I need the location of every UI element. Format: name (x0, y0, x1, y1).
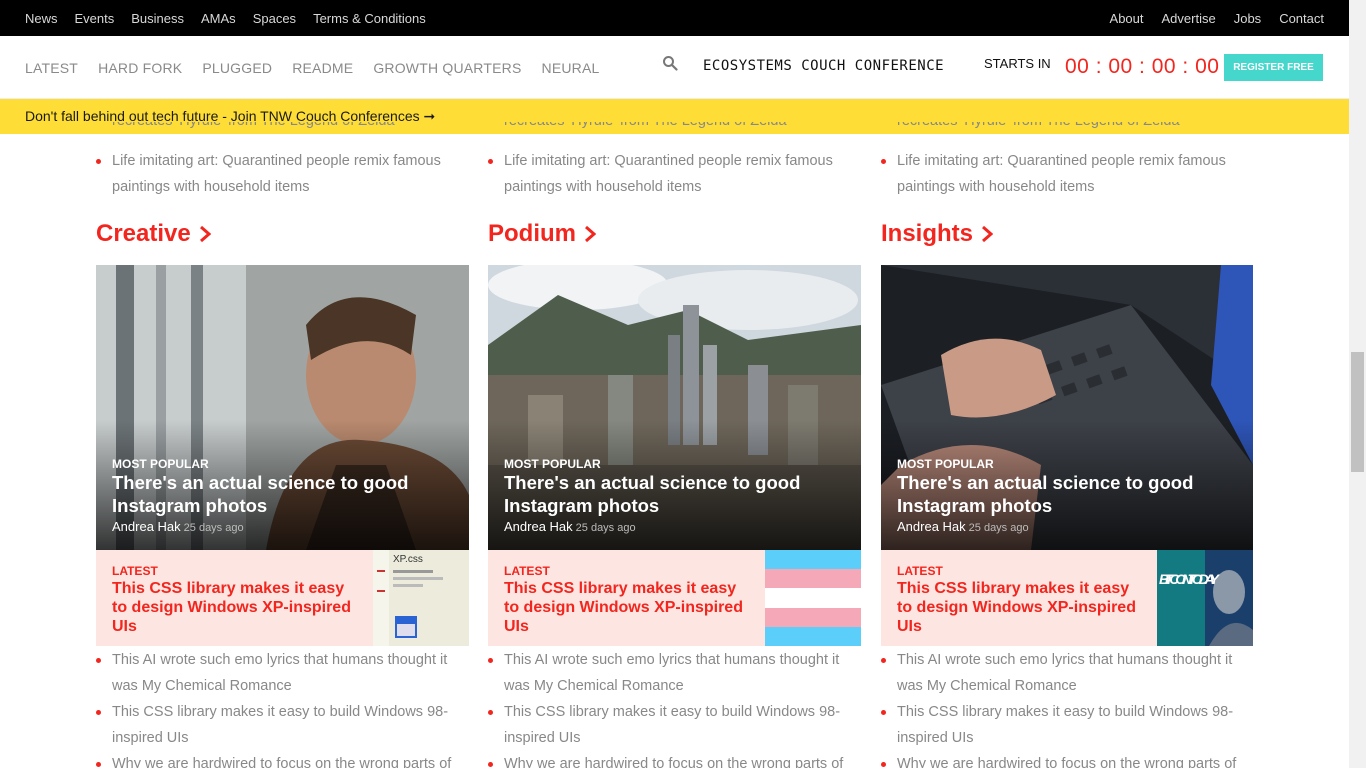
latest-kicker: LATEST (897, 564, 943, 578)
nav-readme[interactable]: README (292, 60, 353, 76)
list-item[interactable]: This CSS library makes it easy to build … (881, 699, 1253, 751)
list-item[interactable]: This AI wrote such emo lyrics that human… (881, 647, 1253, 699)
category-nav: LATEST HARD FORK PLUGGED README GROWTH Q… (25, 36, 620, 99)
author-name[interactable]: Andrea Hak (897, 519, 966, 534)
clipped-list-item[interactable]: recreates 'Hyrule' from The Legend of Ze… (96, 122, 469, 134)
hero-headline[interactable]: There's an actual science to good Instag… (504, 471, 824, 517)
section-title-creative[interactable]: Creative (96, 220, 211, 248)
latest-thumbnail-flag (765, 550, 861, 646)
timestamp: 25 days ago (183, 522, 244, 534)
author-name[interactable]: Andrea Hak (112, 519, 181, 534)
previous-list: recreates 'Hyrule' from The Legend of Ze… (96, 122, 469, 200)
list-item[interactable]: Why we are hardwired to focus on the wro… (488, 751, 861, 768)
clipped-item-text: recreates 'Hyrule' from The Legend of Ze… (504, 122, 787, 134)
list-item[interactable]: This AI wrote such emo lyrics that human… (488, 647, 861, 699)
bitcoin-today-label: BITCOIN TODAY (1159, 571, 1221, 587)
top-nav-about[interactable]: About (1110, 11, 1144, 26)
list-item[interactable]: Life imitating art: Quarantined people r… (881, 148, 1253, 200)
xp-css-label: XP.css (393, 554, 423, 565)
timestamp: 25 days ago (575, 522, 636, 534)
hero-article[interactable]: MOST POPULAR There's an actual science t… (881, 265, 1253, 550)
top-nav-spaces[interactable]: Spaces (253, 11, 296, 26)
section-title-insights[interactable]: Insights (881, 220, 994, 248)
clipped-list-item[interactable]: recreates 'Hyrule' from The Legend of Ze… (488, 122, 861, 134)
hero-kicker: MOST POPULAR (112, 457, 209, 471)
clipped-list-item[interactable]: recreates 'Hyrule' from The Legend of Ze… (881, 122, 1253, 134)
latest-headline[interactable]: This CSS library makes it easy to design… (897, 579, 1147, 636)
related-list: This AI wrote such emo lyrics that human… (96, 647, 469, 768)
timestamp: 25 days ago (968, 522, 1029, 534)
section-title-text: Insights (881, 220, 974, 247)
latest-thumbnail-bitcoin: BITCOIN TODAY (1157, 550, 1253, 646)
list-item[interactable]: Why we are hardwired to focus on the wro… (881, 751, 1253, 768)
conference-title[interactable]: ECOSYSTEMS COUCH CONFERENCE (703, 58, 944, 74)
top-nav-right: About Advertise Jobs Contact (1092, 11, 1324, 26)
author-name[interactable]: Andrea Hak (504, 519, 573, 534)
search-icon[interactable] (662, 55, 678, 71)
list-item[interactable]: Life imitating art: Quarantined people r… (96, 148, 469, 200)
top-nav-contact[interactable]: Contact (1279, 11, 1324, 26)
list-item[interactable]: This AI wrote such emo lyrics that human… (96, 647, 469, 699)
main-navigation-bar: LATEST HARD FORK PLUGGED README GROWTH Q… (0, 36, 1349, 99)
related-list: This AI wrote such emo lyrics that human… (881, 647, 1253, 768)
clipped-item-text: recreates 'Hyrule' from The Legend of Ze… (897, 122, 1180, 134)
chevron-right-icon (585, 225, 596, 243)
section-title-text: Creative (96, 220, 191, 247)
top-nav-advertise[interactable]: Advertise (1162, 11, 1216, 26)
nav-neural[interactable]: NEURAL (542, 60, 600, 76)
list-item[interactable]: Why we are hardwired to focus on the wro… (96, 751, 469, 768)
list-item[interactable]: This CSS library makes it easy to build … (488, 699, 861, 751)
top-nav-news[interactable]: News (25, 11, 58, 26)
latest-article-card[interactable]: LATEST This CSS library makes it easy to… (488, 550, 861, 646)
top-nav-events[interactable]: Events (75, 11, 115, 26)
nav-growth-quarters[interactable]: GROWTH QUARTERS (373, 60, 521, 76)
hero-byline: Andrea Hak 25 days ago (112, 519, 244, 534)
top-nav-jobs[interactable]: Jobs (1234, 11, 1261, 26)
top-navigation-bar: News Events Business AMAs Spaces Terms &… (0, 0, 1349, 36)
latest-article-card[interactable]: LATEST This CSS library makes it easy to… (881, 550, 1253, 646)
nav-plugged[interactable]: PLUGGED (202, 60, 272, 76)
previous-list: recreates 'Hyrule' from The Legend of Ze… (881, 122, 1253, 200)
countdown-timer: 00 : 00 : 00 : 00 (1065, 55, 1220, 78)
hero-article[interactable]: MOST POPULAR There's an actual science t… (96, 265, 469, 550)
top-nav-amas[interactable]: AMAs (201, 11, 236, 26)
hero-kicker: MOST POPULAR (897, 457, 994, 471)
hero-headline[interactable]: There's an actual science to good Instag… (112, 471, 432, 517)
latest-thumbnail-xp-css: XP.css (373, 550, 469, 646)
related-list: This AI wrote such emo lyrics that human… (488, 647, 861, 768)
hero-byline: Andrea Hak 25 days ago (504, 519, 636, 534)
latest-headline[interactable]: This CSS library makes it easy to design… (112, 579, 362, 636)
scrollbar-thumb[interactable] (1351, 352, 1364, 472)
section-title-text: Podium (488, 220, 576, 247)
register-free-button[interactable]: REGISTER FREE (1224, 54, 1323, 81)
previous-list: recreates 'Hyrule' from The Legend of Ze… (488, 122, 861, 200)
hero-headline[interactable]: There's an actual science to good Instag… (897, 471, 1217, 517)
hero-kicker: MOST POPULAR (504, 457, 601, 471)
top-nav-left: News Events Business AMAs Spaces Terms &… (25, 11, 443, 26)
starts-in-label: STARTS IN (984, 56, 1051, 71)
latest-kicker: LATEST (112, 564, 158, 578)
clipped-item-text: recreates 'Hyrule' from The Legend of Ze… (112, 122, 395, 134)
list-item[interactable]: This CSS library makes it easy to build … (96, 699, 469, 751)
latest-headline[interactable]: This CSS library makes it easy to design… (504, 579, 754, 636)
top-nav-business[interactable]: Business (131, 11, 184, 26)
section-title-podium[interactable]: Podium (488, 220, 596, 248)
chevron-right-icon (982, 225, 994, 243)
chevron-right-icon (199, 225, 211, 243)
latest-article-card[interactable]: LATEST This CSS library makes it easy to… (96, 550, 469, 646)
latest-kicker: LATEST (504, 564, 550, 578)
nav-latest[interactable]: LATEST (25, 60, 78, 76)
hero-byline: Andrea Hak 25 days ago (897, 519, 1029, 534)
nav-hard-fork[interactable]: HARD FORK (98, 60, 182, 76)
list-item[interactable]: Life imitating art: Quarantined people r… (488, 148, 861, 200)
page-scrollbar[interactable] (1349, 0, 1366, 768)
hero-article[interactable]: MOST POPULAR There's an actual science t… (488, 265, 861, 550)
top-nav-terms[interactable]: Terms & Conditions (313, 11, 426, 26)
